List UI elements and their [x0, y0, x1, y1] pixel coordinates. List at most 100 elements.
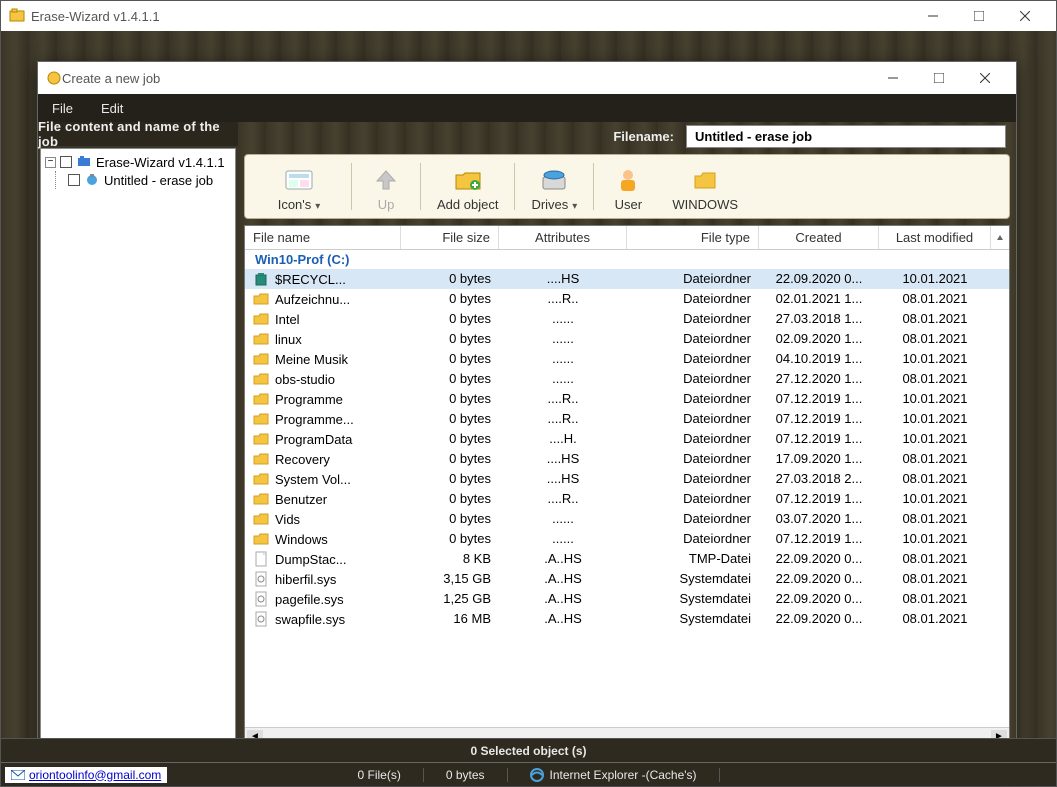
row-filename: obs-studio — [275, 372, 335, 387]
parent-window: Erase-Wizard v1.4.1.1 Create a new job — [0, 0, 1057, 787]
grid-body[interactable]: Win10-Prof (C:) $RECYCL...0 bytes....HSD… — [245, 250, 1009, 727]
grid-header[interactable]: File name File size Attributes File type… — [245, 226, 1009, 250]
tree-child-node[interactable]: Untitled - erase job — [68, 171, 231, 189]
parent-titlebar[interactable]: Erase-Wizard v1.4.1.1 — [1, 1, 1056, 31]
row-created: 22.09.2020 0... — [759, 270, 879, 288]
table-row[interactable]: DumpStac...8 KB.A..HSTMP-Datei22.09.2020… — [245, 549, 1009, 569]
row-filename: hiberfil.sys — [275, 572, 336, 587]
row-modified: 10.01.2021 — [879, 410, 991, 428]
col-created[interactable]: Created — [759, 226, 879, 249]
row-attr: ....R.. — [499, 290, 627, 308]
file-count: 0 File(s) — [335, 768, 423, 782]
user-button[interactable]: User — [598, 159, 658, 214]
add-object-button[interactable]: Add object — [425, 159, 510, 214]
row-icon — [253, 411, 269, 427]
col-filename[interactable]: File name — [245, 226, 401, 249]
tree-child-checkbox[interactable] — [68, 174, 80, 186]
row-icon — [253, 511, 269, 527]
menu-edit[interactable]: Edit — [87, 101, 137, 116]
row-attr: ...... — [499, 530, 627, 548]
row-icon — [253, 331, 269, 347]
app-icon — [9, 8, 25, 24]
row-type: TMP-Datei — [627, 550, 759, 568]
table-row[interactable]: Vids0 bytes......Dateiordner03.07.2020 1… — [245, 509, 1009, 529]
dialog-maximize-button[interactable] — [916, 62, 962, 94]
parent-selected-count: 0 Selected object (s) — [470, 744, 586, 758]
col-filesize[interactable]: File size — [401, 226, 499, 249]
icons-dropdown[interactable]: Icon's▾ — [251, 159, 347, 214]
filename-field[interactable]: Untitled - erase job — [686, 125, 1006, 148]
row-icon — [253, 611, 269, 627]
table-row[interactable]: System Vol...0 bytes....HSDateiordner27.… — [245, 469, 1009, 489]
col-attributes[interactable]: Attributes — [499, 226, 627, 249]
row-type: Systemdatei — [627, 590, 759, 608]
file-grid[interactable]: File name File size Attributes File type… — [244, 225, 1010, 746]
table-row[interactable]: Benutzer0 bytes....R..Dateiordner07.12.2… — [245, 489, 1009, 509]
row-attr: .A..HS — [499, 550, 627, 568]
scroll-up-icon[interactable] — [991, 226, 1009, 249]
col-modified[interactable]: Last modified — [879, 226, 991, 249]
dialog-titlebar[interactable]: Create a new job — [38, 62, 1016, 94]
table-row[interactable]: Programme0 bytes....R..Dateiordner07.12.… — [245, 389, 1009, 409]
table-row[interactable]: ProgramData0 bytes....H.Dateiordner07.12… — [245, 429, 1009, 449]
row-attr: ....R.. — [499, 410, 627, 428]
row-created: 07.12.2019 1... — [759, 490, 879, 508]
row-attr: .A..HS — [499, 610, 627, 628]
row-attr: ...... — [499, 310, 627, 328]
user-icon — [615, 163, 641, 197]
job-tree[interactable]: − Erase-Wizard v1.4.1.1 — [40, 148, 236, 770]
create-job-dialog: Create a new job File Edit Fil — [37, 61, 1017, 773]
toolbar: Icon's▾ Up — [244, 154, 1010, 219]
table-row[interactable]: Windows0 bytes......Dateiordner07.12.201… — [245, 529, 1009, 549]
row-attr: .A..HS — [499, 590, 627, 608]
row-modified: 10.01.2021 — [879, 350, 991, 368]
table-row[interactable]: linux0 bytes......Dateiordner02.09.2020 … — [245, 329, 1009, 349]
row-created: 02.01.2021 1... — [759, 290, 879, 308]
table-row[interactable]: pagefile.sys1,25 GB.A..HSSystemdatei22.0… — [245, 589, 1009, 609]
up-arrow-icon — [373, 163, 399, 197]
table-row[interactable]: swapfile.sys16 MB.A..HSSystemdatei22.09.… — [245, 609, 1009, 629]
row-modified: 10.01.2021 — [879, 270, 991, 288]
dialog-close-button[interactable] — [962, 62, 1008, 94]
row-size: 0 bytes — [401, 370, 499, 388]
chevron-down-icon: ▾ — [572, 201, 577, 212]
parent-title-text: Erase-Wizard v1.4.1.1 — [31, 9, 160, 24]
table-row[interactable]: hiberfil.sys3,15 GB.A..HSSystemdatei22.0… — [245, 569, 1009, 589]
parent-minimize-button[interactable] — [910, 1, 956, 31]
table-row[interactable]: Aufzeichnu...0 bytes....R..Dateiordner02… — [245, 289, 1009, 309]
job-icon — [84, 172, 100, 188]
menubar: File Edit — [38, 94, 1016, 122]
parent-close-button[interactable] — [1002, 1, 1048, 31]
tree-root-checkbox[interactable] — [60, 156, 72, 168]
drive-group-row[interactable]: Win10-Prof (C:) — [245, 250, 1009, 269]
row-size: 0 bytes — [401, 430, 499, 448]
table-row[interactable]: Meine Musik0 bytes......Dateiordner04.10… — [245, 349, 1009, 369]
row-created: 07.12.2019 1... — [759, 530, 879, 548]
email-link[interactable]: oriontoolinfo@gmail.com — [5, 767, 167, 783]
row-filename: Windows — [275, 532, 328, 547]
row-type: Dateiordner — [627, 330, 759, 348]
row-created: 27.03.2018 1... — [759, 310, 879, 328]
table-row[interactable]: Programme...0 bytes....R..Dateiordner07.… — [245, 409, 1009, 429]
table-row[interactable]: $RECYCL...0 bytes....HSDateiordner22.09.… — [245, 269, 1009, 289]
col-filetype[interactable]: File type — [627, 226, 759, 249]
row-icon — [253, 451, 269, 467]
row-created: 27.12.2020 1... — [759, 370, 879, 388]
mail-icon — [11, 770, 25, 780]
menu-file[interactable]: File — [38, 101, 87, 116]
table-row[interactable]: Recovery0 bytes....HSDateiordner17.09.20… — [245, 449, 1009, 469]
table-row[interactable]: obs-studio0 bytes......Dateiordner27.12.… — [245, 369, 1009, 389]
table-row[interactable]: Intel0 bytes......Dateiordner27.03.2018 … — [245, 309, 1009, 329]
parent-maximize-button[interactable] — [956, 1, 1002, 31]
row-attr: ...... — [499, 330, 627, 348]
tree-root-label: Erase-Wizard v1.4.1.1 — [96, 155, 225, 170]
windows-button[interactable]: WINDOWS — [660, 159, 750, 214]
tree-root-node[interactable]: − Erase-Wizard v1.4.1.1 — [45, 153, 231, 171]
drives-dropdown[interactable]: Drives▾ — [519, 159, 589, 214]
dialog-minimize-button[interactable] — [870, 62, 916, 94]
parent-statusbar: 0 Selected object (s) — [1, 738, 1056, 762]
collapse-icon[interactable]: − — [45, 157, 56, 168]
row-icon — [253, 551, 269, 567]
row-modified: 08.01.2021 — [879, 330, 991, 348]
up-button[interactable]: Up — [356, 159, 416, 214]
